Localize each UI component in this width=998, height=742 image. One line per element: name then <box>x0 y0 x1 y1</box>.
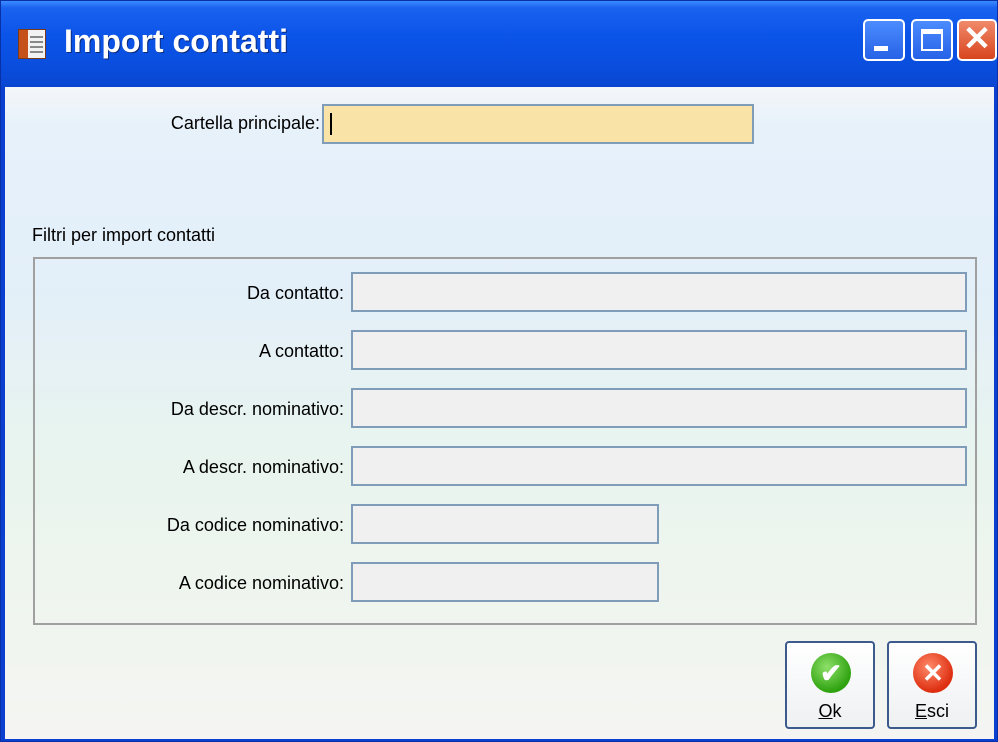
from-contact-label: Da contatto: <box>246 283 344 303</box>
maximize-button[interactable] <box>911 19 953 61</box>
text-caret <box>330 113 332 135</box>
to-name-desc-input[interactable] <box>351 446 967 486</box>
from-name-desc-label: Da descr. nominativo: <box>170 399 344 419</box>
window-title: Import contatti <box>64 23 288 59</box>
to-name-code-input[interactable] <box>351 562 659 602</box>
dialog-body: Cartella principale: Filtri per import c… <box>5 87 994 739</box>
folder-input[interactable] <box>322 104 754 144</box>
dialog-window: Import contatti ✕ Cartella principale: F… <box>0 0 998 742</box>
exit-button[interactable]: ✕ Esci <box>887 641 977 729</box>
minimize-button[interactable] <box>863 19 905 61</box>
from-name-desc-input[interactable] <box>351 388 967 428</box>
close-icon: ✕ <box>962 20 992 58</box>
document-icon <box>18 29 46 59</box>
to-contact-label: A contatto: <box>258 341 344 361</box>
from-contact-input[interactable] <box>351 272 967 312</box>
ok-button[interactable]: ✔ Ok <box>785 641 875 729</box>
minimize-icon <box>874 46 888 51</box>
folder-label: Cartella principale: <box>170 113 320 133</box>
exit-button-label: Esci <box>914 701 949 721</box>
to-contact-input[interactable] <box>351 330 967 370</box>
title-bar[interactable]: Import contatti ✕ <box>1 1 997 87</box>
to-name-code-label: A codice nominativo: <box>178 573 344 593</box>
filters-title: Filtri per import contatti <box>32 225 216 245</box>
from-name-code-input[interactable] <box>351 504 659 544</box>
maximize-icon <box>921 29 943 51</box>
close-button[interactable]: ✕ <box>957 19 997 61</box>
cancel-icon: ✕ <box>913 653 953 693</box>
to-name-desc-label: A descr. nominativo: <box>182 457 344 477</box>
from-name-code-label: Da codice nominativo: <box>166 515 344 535</box>
ok-button-label: Ok <box>818 701 842 721</box>
check-icon: ✔ <box>811 653 851 693</box>
